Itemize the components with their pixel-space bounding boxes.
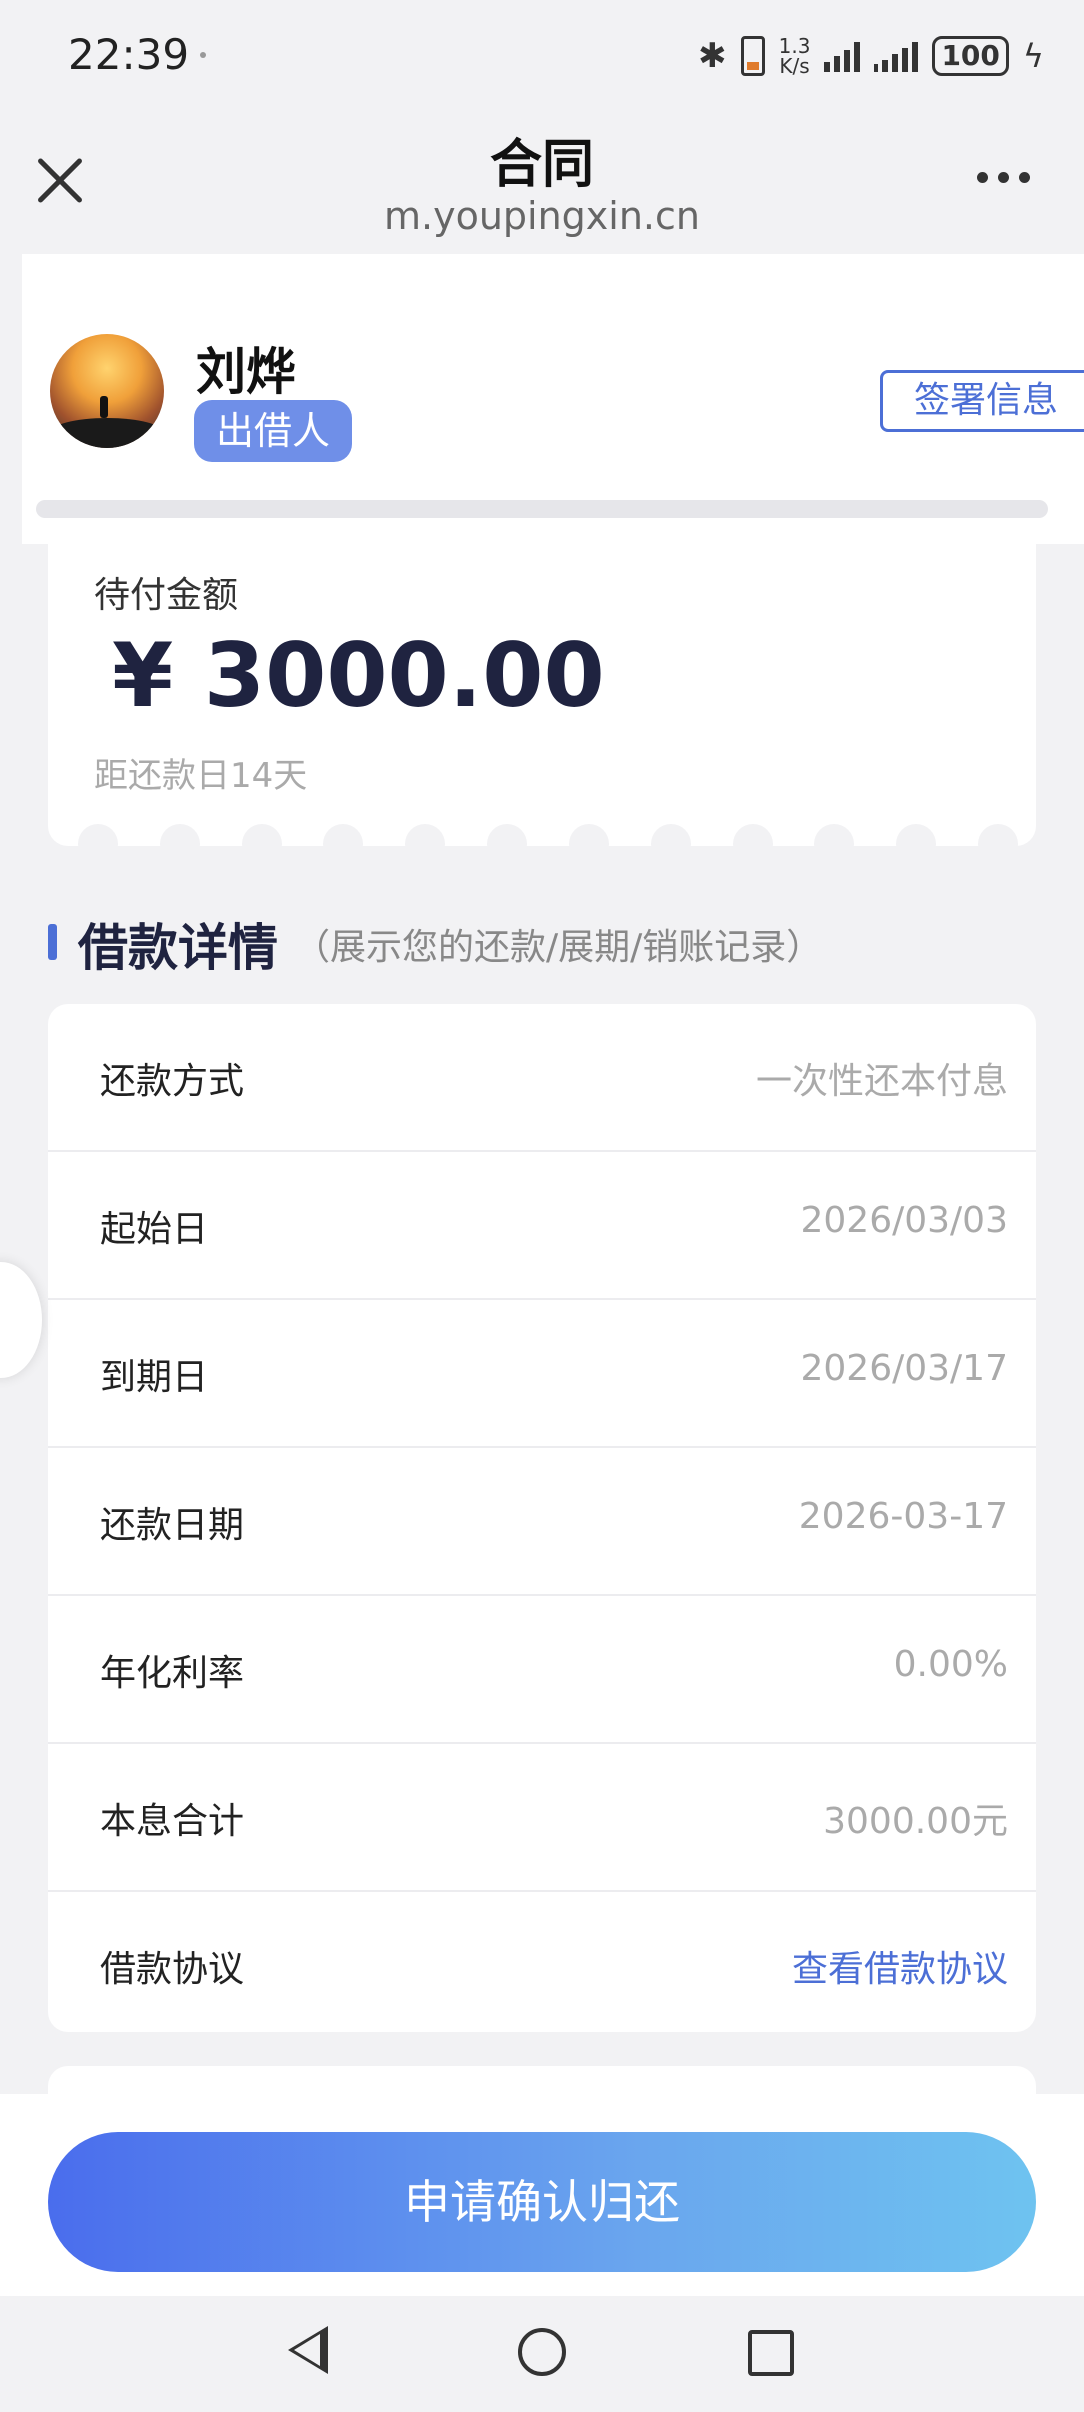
detail-value: 2026-03-17 xyxy=(798,1496,1008,1537)
detail-label: 起始日 xyxy=(100,1209,209,1250)
page-title: 合同 xyxy=(489,135,594,195)
bottom-action-area: 申请确认归还 xyxy=(0,2094,1084,2296)
divider xyxy=(36,500,1048,518)
section-title: 借款详情 xyxy=(78,919,278,977)
detail-label: 本息合计 xyxy=(100,1801,245,1842)
battery-icon: 100 xyxy=(932,36,1009,76)
detail-value: 2026/03/17 xyxy=(800,1348,1009,1389)
status-bar: 22:39 ✱ 1.3 K/s 100 ϟ xyxy=(0,0,1084,112)
floating-handle[interactable] xyxy=(0,1262,42,1378)
detail-row-start-date: 起始日 2026/03/03 xyxy=(48,1152,1036,1300)
recent-apps-icon[interactable] xyxy=(748,2330,794,2376)
notification-dot-icon xyxy=(200,52,206,58)
amount-label: 待付金额 xyxy=(94,575,239,616)
title-bar: 合同 m.youpingxin.cn xyxy=(0,112,1084,254)
amount-value: ¥ 3000.00 xyxy=(112,624,605,727)
charging-icon: ϟ xyxy=(1022,37,1044,75)
role-badge: 出借人 xyxy=(194,400,353,462)
amount-card: 待付金额 ¥ 3000.00 距还款日14天 xyxy=(48,544,1036,864)
user-card: 刘烨 出借人 签署信息 xyxy=(22,254,1084,544)
detail-label: 年化利率 xyxy=(100,1653,245,1694)
detail-row-total: 本息合计 3000.00元 xyxy=(48,1744,1036,1892)
detail-value: 3000.00元 xyxy=(823,1801,1008,1842)
avatar xyxy=(50,334,164,448)
status-icons: ✱ 1.3 K/s 100 ϟ xyxy=(698,32,1044,80)
loan-details-list: 还款方式 一次性还本付息 起始日 2026/03/03 到期日 2026/03/… xyxy=(48,1004,1036,2032)
user-name: 刘烨 xyxy=(196,343,296,401)
status-time: 22:39 xyxy=(68,30,190,79)
detail-value: 0.00% xyxy=(893,1644,1008,1685)
signal-icon xyxy=(824,40,861,72)
detail-value: 2026/03/03 xyxy=(800,1200,1009,1241)
ticket-edge xyxy=(78,824,1018,864)
bluetooth-icon: ✱ xyxy=(698,36,727,76)
detail-row-annual-rate: 年化利率 0.00% xyxy=(48,1596,1036,1744)
detail-row-repayment-date: 还款日期 2026-03-17 xyxy=(48,1448,1036,1596)
detail-label: 还款日期 xyxy=(100,1505,245,1546)
detail-label: 到期日 xyxy=(100,1357,209,1398)
detail-row-repayment-method: 还款方式 一次性还本付息 xyxy=(48,1004,1036,1152)
sign-info-button[interactable]: 签署信息 xyxy=(880,370,1084,432)
network-speed: 1.3 K/s xyxy=(778,34,811,78)
page-url: m.youpingxin.cn xyxy=(384,194,700,238)
signal-icon xyxy=(874,40,919,72)
detail-label: 借款协议 xyxy=(100,1949,245,1990)
phone-icon xyxy=(740,36,765,76)
detail-label: 还款方式 xyxy=(100,1061,245,1102)
days-until-due: 距还款日14天 xyxy=(94,756,308,796)
detail-value: 一次性还本付息 xyxy=(755,1061,1008,1102)
section-accent-bar xyxy=(48,924,57,960)
home-icon[interactable] xyxy=(518,2328,566,2376)
detail-row-due-date: 到期日 2026/03/17 xyxy=(48,1300,1036,1448)
more-options-icon[interactable] xyxy=(977,172,1030,183)
back-icon[interactable] xyxy=(288,2326,328,2374)
system-nav-bar xyxy=(0,2296,1084,2412)
confirm-return-button[interactable]: 申请确认归还 xyxy=(48,2132,1036,2272)
detail-row-agreement: 借款协议 查看借款协议 xyxy=(48,1892,1036,2032)
section-subtitle: （展示您的还款/展期/销账记录） xyxy=(294,927,823,968)
view-agreement-link[interactable]: 查看借款协议 xyxy=(792,1940,1008,1992)
